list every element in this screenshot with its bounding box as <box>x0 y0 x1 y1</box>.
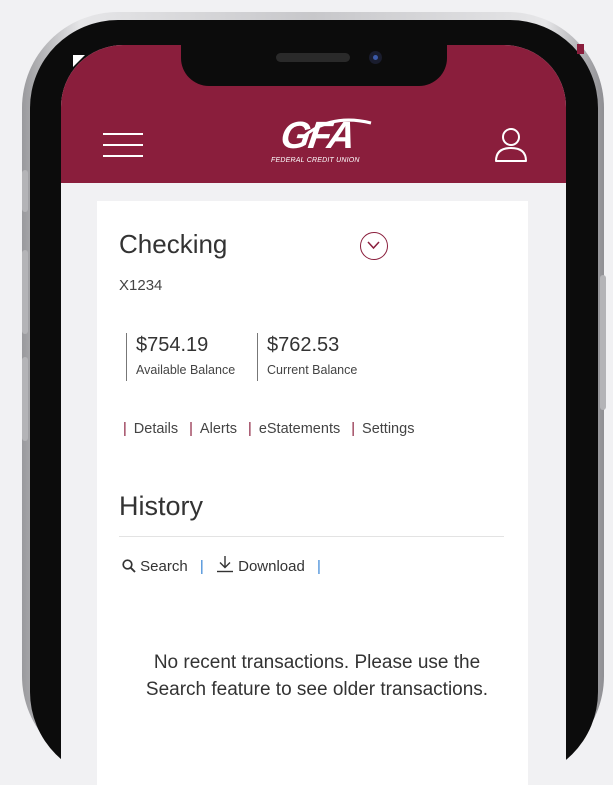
download-button[interactable]: Download <box>216 556 309 575</box>
gfa-logo: GFA FEDERAL CREDIT UNION <box>271 115 373 165</box>
available-balance-label: Available Balance <box>136 363 236 377</box>
history-actions: Search | Download | <box>122 555 329 575</box>
account-title: Checking <box>119 229 228 259</box>
account-card: Checking X1234 $754.19 Available Balance… <box>97 201 528 785</box>
power-button <box>600 275 606 410</box>
volume-down-button <box>22 357 28 441</box>
download-icon <box>216 556 233 573</box>
user-profile-icon[interactable] <box>494 127 528 163</box>
search-label: Search <box>140 558 188 575</box>
current-balance-label: Current Balance <box>267 363 358 377</box>
settings-link[interactable]: Settings <box>362 421 414 437</box>
history-divider <box>119 536 504 537</box>
available-balance-block: $754.19 Available Balance <box>126 333 235 381</box>
speaker-grille <box>276 53 350 62</box>
download-label: Download <box>238 558 305 575</box>
hamburger-menu-icon[interactable] <box>103 133 143 157</box>
front-camera <box>369 51 382 64</box>
phone-notch <box>181 40 447 86</box>
current-balance-amount: $762.53 <box>267 334 340 356</box>
search-button[interactable]: Search <box>122 558 192 575</box>
alerts-link[interactable]: Alerts <box>200 421 237 437</box>
current-balance-block: $762.53 Current Balance <box>257 333 357 381</box>
chevron-down-circle-icon[interactable] <box>360 232 388 260</box>
mute-switch <box>22 170 28 212</box>
empty-transactions-message: No recent transactions. Please use the S… <box>145 652 489 700</box>
details-link[interactable]: Details <box>134 421 178 437</box>
background-accent <box>577 44 584 54</box>
estatements-link[interactable]: eStatements <box>259 421 340 437</box>
search-icon <box>122 559 136 573</box>
logo-subtext: FEDERAL CREDIT UNION <box>271 157 360 164</box>
logo-mark: GFA <box>278 115 357 157</box>
available-balance-amount: $754.19 <box>136 334 209 356</box>
phone-screen: GFA FEDERAL CREDIT UNION Checking X1234 … <box>61 45 566 785</box>
account-number: X1234 <box>119 277 163 294</box>
history-title: History <box>119 491 204 521</box>
status-indicator <box>73 55 85 67</box>
volume-up-button <box>22 250 28 334</box>
account-links: | Details | Alerts | eStatements | Settings <box>123 421 415 437</box>
